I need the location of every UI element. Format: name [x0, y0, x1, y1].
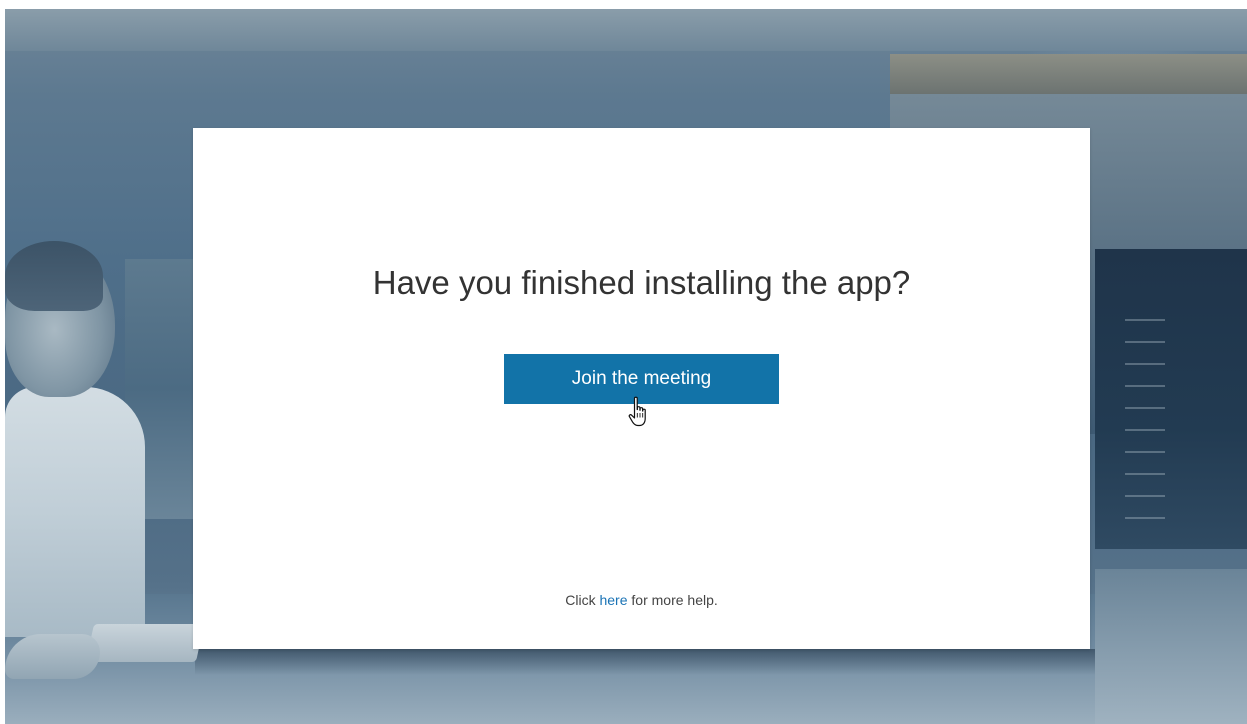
background-keyboard — [85, 624, 205, 662]
help-link[interactable]: here — [599, 592, 627, 608]
page: Have you finished installing the app? Jo… — [0, 0, 1247, 724]
background-floor — [1095, 569, 1247, 724]
dialog-title: Have you finished installing the app? — [372, 264, 911, 301]
background-counter-shadow — [195, 649, 1095, 675]
help-text-suffix: for more help. — [627, 592, 718, 608]
help-text: Click here for more help. — [193, 591, 1090, 609]
background-person-body — [5, 387, 145, 637]
background-person-hair — [5, 241, 103, 311]
background-ceiling — [5, 9, 1247, 51]
background-board-lines — [1125, 319, 1165, 519]
background-window-frame — [890, 54, 1247, 94]
background-person-hand — [5, 634, 100, 679]
help-text-prefix: Click — [565, 592, 600, 608]
background-board — [1095, 249, 1247, 549]
install-check-dialog: Have you finished installing the app? Jo… — [193, 128, 1090, 649]
join-meeting-button[interactable]: Join the meeting — [504, 354, 779, 404]
